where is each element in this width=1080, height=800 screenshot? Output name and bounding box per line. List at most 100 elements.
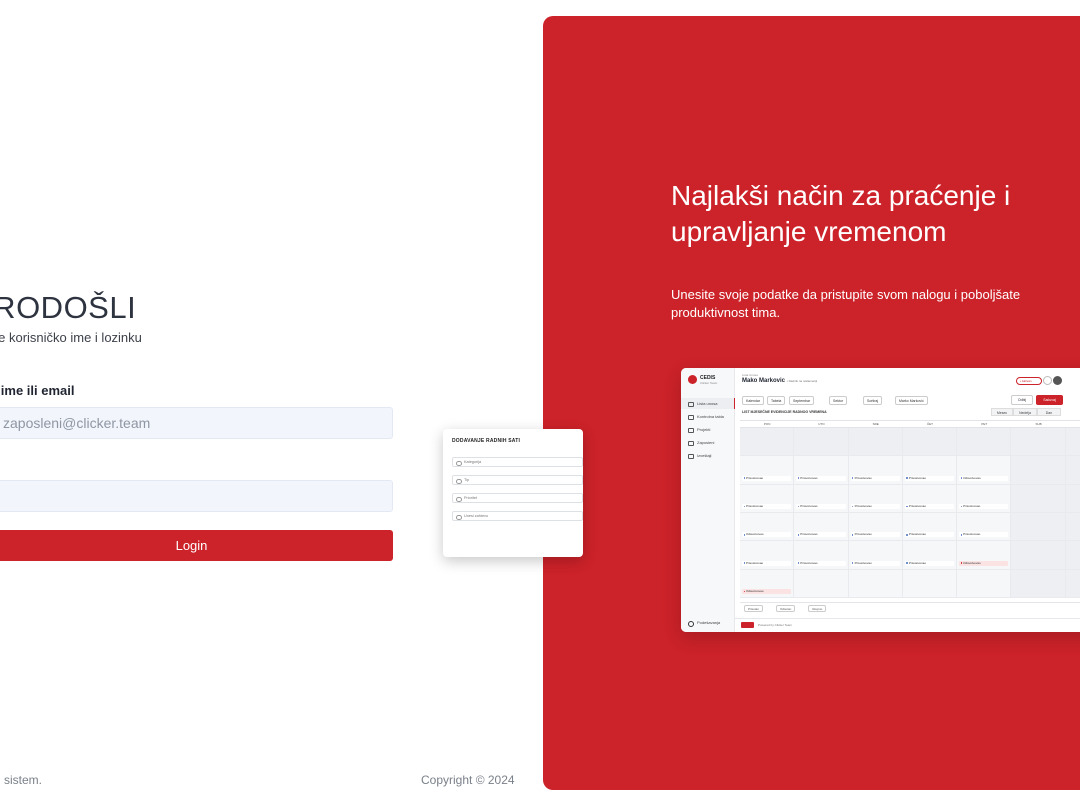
preview-footer-text: Powered by Clicker Team [758,623,792,627]
preview-calendar-cell [740,428,795,457]
preview-calendar-entry: Odsustvovao [742,532,792,538]
preview-calendar-cell [1011,513,1066,542]
preview-calendar-cell: Prisustvovao [902,513,958,542]
preview-toolbar-item: Kalendar [742,396,765,405]
hero-title: Najlakši način za praćenje i upravljanje… [671,180,1011,247]
preview-calendar-cell [794,428,849,457]
preview-calendar-grid: PONUTOSREČETPETSUBNED Prisustvovao Prisust… [740,420,1080,598]
preview-avatar [1053,376,1062,385]
preview-modal-field: Prioritet [452,493,583,503]
preview-calendar-entry: Prisustvovao [742,560,792,566]
login-button[interactable]: Login [0,530,393,561]
preview-calendar-entry: Prisustvovao [850,560,900,566]
preview-user-role: • Radnik na reklamaciji [786,379,818,383]
preview-view-toggle: Nedelja [1013,408,1037,416]
preview-calendar-cell: Prisustvovao [794,456,849,485]
preview-nav-item: Izveštaji [681,450,735,461]
preview-calendar-cell [848,569,903,598]
app-preview-screenshot: CEDIS Clicker Team Lista unosa Kontrolna… [681,368,1080,632]
preview-calendar-cell [1065,541,1080,570]
preview-calendar-cell [1065,456,1080,485]
preview-weekday: SRE [848,421,903,428]
footer-copyright: Copyright © 2024 [421,773,515,787]
preview-chip: Odsutan [776,605,796,612]
preview-chip: Ukupno [808,605,827,612]
email-label: ko ime ili email [0,383,75,398]
preview-calendar-cell [1065,513,1080,542]
preview-calendar-cell [1011,484,1066,513]
preview-modal-field: Unesi zahtevu [452,511,583,521]
preview-calendar-cell: Prisustvovao [848,541,903,570]
preview-calendar-cell: Prisustvovao [794,513,849,542]
preview-calendar-cell [1065,484,1080,513]
preview-sidebar: CEDIS Clicker Team Lista unosa Kontrolna… [681,368,735,632]
hero-description: Unesite svoje podatke da pristupite svom… [671,287,1021,320]
preview-calendar-cell: Prisustvovao [740,484,795,513]
preview-settings: Podešavanja [681,618,735,628]
password-field[interactable] [0,480,393,512]
preview-calendar-cell: Prisustvovao [902,484,958,513]
preview-toolbar-item: Sektor [829,396,848,405]
preview-calendar-entry: Prisustvovao [850,532,900,538]
preview-calendar-cell [848,428,903,457]
preview-footer-logo [741,622,754,628]
preview-calendar-entry: Odsustvovao [742,589,792,594]
preview-nav-item: Lista unosa [681,398,735,409]
preview-calendar-cell [1065,428,1080,457]
preview-user-name: Mako Markovic • Radnik na reklamaciji [742,378,817,384]
preview-calendar-cell: Prisustvovao [957,484,1012,513]
preview-nav-item: Zaposleni [681,437,735,448]
preview-calendar-cell: Odsustvovao [740,513,795,542]
preview-calendar-cell [1011,569,1066,598]
preview-calendar-entry: Prisustvovao [796,560,846,566]
preview-add-hours-modal: DODAVANJE RADNIH SATI Kategorija Tip Pri… [443,429,583,557]
preview-calendar-entry: Prisustvovao [904,532,955,538]
preview-modal-title: DODAVANJE RADNIH SATI [452,438,521,444]
preview-toolbar-item: Tabela [767,396,786,405]
preview-calendar-cell: Prisustvovao [957,513,1012,542]
preview-modal-field: Kategorija [452,457,583,467]
preview-calendar-entry: Prisustvovao [742,475,792,481]
preview-calendar-cell: Prisustvovao [902,456,958,485]
preview-calendar-cell [957,428,1012,457]
preview-calendar-entry: Prisustvovao [904,504,955,509]
preview-calendar-entry: Prisustvovao [959,504,1009,509]
preview-nav-item: Projekti [681,424,735,435]
preview-calendar-cell [1011,456,1066,485]
preview-calendar-entry: Prisustvovao [850,475,900,481]
preview-footer: Powered by Clicker Team [735,618,1080,632]
preview-calendar-entry: Prisustvovao [850,504,900,509]
preview-logo-icon [688,375,697,384]
preview-weekday: SUB [1011,421,1066,428]
preview-calendar-cell: Prisustvovao [740,541,795,570]
preview-calendar-entry: Prisustvovao [796,504,846,509]
preview-weekday: PET [957,421,1012,428]
preview-view-toggle: Dan [1037,408,1061,416]
preview-toolbar-item: Septembar [789,396,815,405]
preview-calendar-cell [902,428,958,457]
welcome-subtitle: oje korisničko ime i lozinku [0,330,142,345]
preview-bottom-bar: Prisutan Odsutan Ukupno [740,602,1080,614]
preview-calendar-cell: Odsustvovao [740,569,795,598]
preview-calendar-entry: Prisustvovao [796,475,846,481]
preview-calendar-entry: Prisustvovao [904,475,955,481]
preview-calendar-entry: Odsustvovao [959,560,1009,566]
preview-user-name-text: Mako Markovic [742,378,786,384]
preview-calendar-entry: Prisustvovao [742,504,792,509]
preview-help-icon [1043,376,1052,385]
preview-calendar-cell: Prisustvovao [848,513,903,542]
preview-calendar-cell: Prisustvovao [740,456,795,485]
preview-calendar-cell [902,569,958,598]
preview-calendar-entry: Prisustvovao [959,532,1009,538]
footer-system-text: i sistem. [0,773,43,787]
email-field[interactable] [0,407,393,439]
preview-cancel-button: Odbij [1011,395,1033,405]
preview-status-pill: • Aktivan [1016,377,1042,385]
preview-weekday: ČET [902,421,958,428]
preview-chip: Prisutan [744,605,764,612]
preview-view-toggle: Mesec [991,408,1013,416]
preview-calendar-cell [1011,428,1066,457]
preview-calendar-cell: Odsustvovao [957,456,1012,485]
preview-calendar-cell [957,569,1012,598]
preview-calendar-cell: Odsustvovao [957,541,1012,570]
